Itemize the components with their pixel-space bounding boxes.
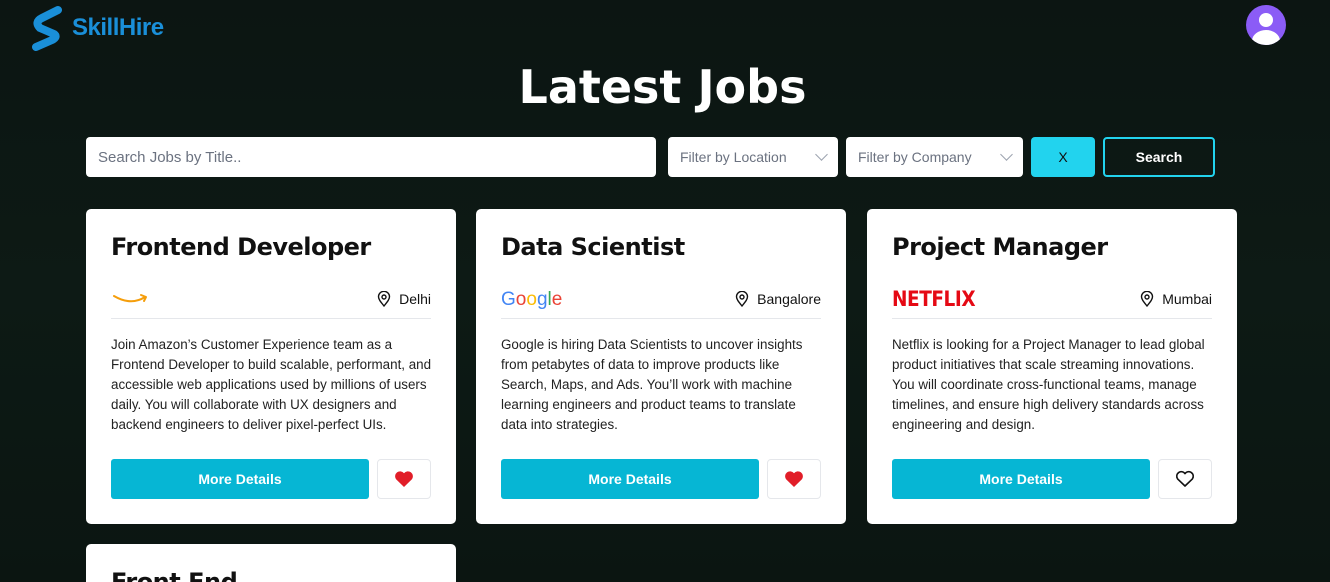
job-title: Front End	[111, 568, 238, 582]
job-meta: Delhi	[111, 279, 431, 319]
job-description: Netflix is looking for a Project Manager…	[892, 337, 1205, 432]
location-filter-select[interactable]: Filter by Location	[668, 137, 838, 177]
job-card: Front End	[86, 544, 456, 582]
google-letter: G	[501, 289, 516, 310]
location-text: Bangalore	[757, 290, 821, 307]
chevron-down-icon	[815, 148, 828, 161]
job-title: Data Scientist	[501, 233, 685, 261]
user-avatar[interactable]	[1246, 5, 1286, 45]
more-details-button[interactable]: More Details	[111, 459, 369, 499]
search-button[interactable]: Search	[1103, 137, 1215, 177]
map-pin-icon	[735, 290, 749, 307]
google-wordmark-text: Google	[501, 289, 562, 310]
google-letter: e	[552, 289, 563, 310]
favorite-button[interactable]	[1158, 459, 1212, 499]
heart-outline-icon	[1175, 470, 1195, 487]
location-text: Mumbai	[1162, 290, 1212, 307]
job-meta: Google Bangalore	[501, 279, 821, 319]
map-pin-icon	[377, 290, 391, 307]
avatar-head	[1259, 13, 1273, 27]
skillhire-logo-icon	[32, 6, 62, 51]
job-location: Mumbai	[1140, 290, 1212, 307]
company-filter-select[interactable]: Filter by Company	[846, 137, 1023, 177]
more-details-button[interactable]: More Details	[501, 459, 759, 499]
job-meta: NETFLIX Mumbai	[892, 279, 1212, 319]
job-location: Delhi	[377, 290, 431, 307]
heart-filled-icon	[785, 471, 803, 487]
job-card: Data Scientist Google Bangalore Google i…	[476, 209, 846, 524]
netflix-wordmark: NETFLIX	[892, 286, 976, 311]
clear-filters-button[interactable]: X	[1031, 137, 1095, 177]
job-description: Google is hiring Data Scientists to unco…	[501, 337, 803, 432]
chevron-down-icon	[1000, 148, 1013, 161]
job-card: Frontend Developer Delhi Join Amazon’s C…	[86, 209, 456, 524]
google-letter: g	[537, 289, 548, 310]
amazon-smile-icon	[113, 293, 147, 302]
favorite-button[interactable]	[377, 459, 431, 499]
netflix-logo: NETFLIX	[892, 286, 986, 312]
job-title: Project Manager	[892, 233, 1108, 261]
company-filter-label: Filter by Company	[858, 149, 972, 165]
search-input[interactable]	[86, 137, 656, 177]
job-description: Join Amazon’s Customer Experience team a…	[111, 337, 432, 432]
google-letter: o	[516, 289, 527, 310]
google-logo: Google	[501, 286, 563, 312]
location-filter-label: Filter by Location	[680, 149, 787, 165]
heart-filled-icon	[395, 471, 413, 487]
brand-logo[interactable]: SkillHire	[28, 4, 164, 52]
job-title: Frontend Developer	[111, 233, 371, 261]
avatar-body	[1252, 30, 1280, 45]
favorite-button[interactable]	[767, 459, 821, 499]
location-text: Delhi	[399, 290, 431, 307]
amazon-logo	[111, 286, 151, 312]
job-location: Bangalore	[735, 290, 821, 307]
google-letter: o	[526, 289, 537, 310]
map-pin-icon	[1141, 290, 1154, 307]
page-title: Latest Jobs	[518, 60, 807, 114]
job-card: Project Manager NETFLIX Mumbai Netflix i…	[867, 209, 1237, 524]
google-wordmark: Google	[501, 289, 562, 310]
brand-name: SkillHire	[72, 14, 164, 41]
more-details-button[interactable]: More Details	[892, 459, 1150, 499]
